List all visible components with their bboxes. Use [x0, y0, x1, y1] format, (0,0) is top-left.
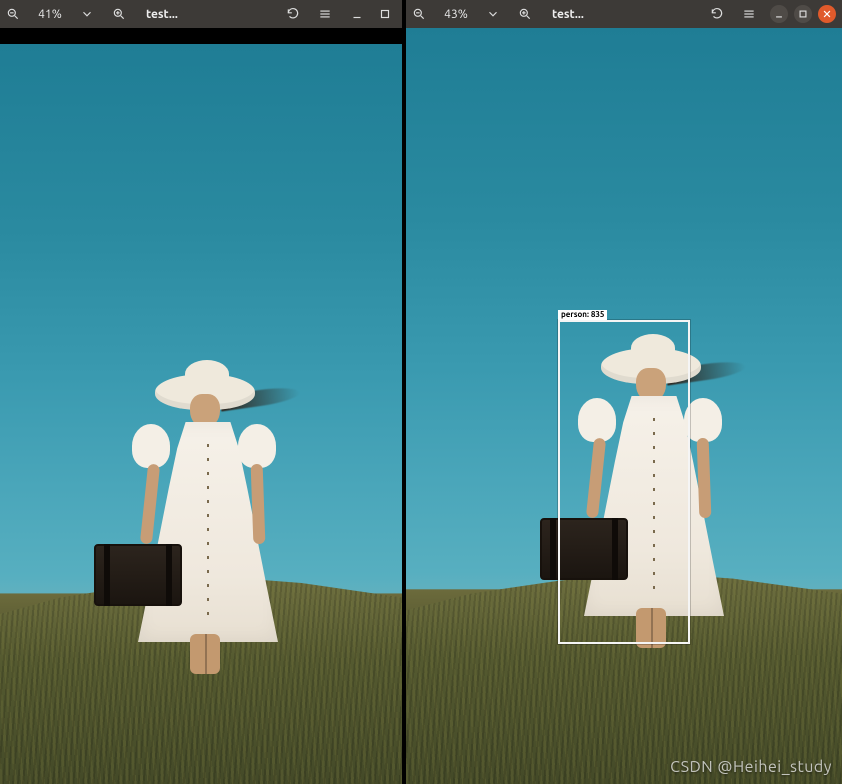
image-canvas-left[interactable]	[0, 44, 402, 784]
zoom-level: 43%	[440, 8, 472, 21]
viewer-window-left: 41% test...	[0, 0, 402, 784]
maximize-button[interactable]	[794, 5, 812, 23]
zoom-dropdown[interactable]	[76, 4, 98, 24]
titlebar-right: 43% test...	[406, 0, 842, 28]
zoom-out-icon	[412, 7, 426, 21]
minimize-icon	[772, 7, 786, 21]
zoom-in-button[interactable]	[514, 4, 536, 24]
zoom-dropdown[interactable]	[482, 4, 504, 24]
detection-bounding-box: person: 835	[558, 320, 690, 644]
chevron-down-icon	[486, 7, 500, 21]
rotate-icon	[710, 7, 724, 21]
zoom-in-icon	[112, 7, 126, 21]
photo-background	[0, 44, 402, 784]
window-title: test...	[546, 8, 696, 21]
zoom-level: 41%	[34, 8, 66, 21]
photo-person	[100, 364, 290, 684]
menu-icon	[318, 7, 332, 21]
menu-button[interactable]	[314, 4, 336, 24]
titlebar-left: 41% test...	[0, 0, 402, 28]
zoom-out-button[interactable]	[408, 4, 430, 24]
close-button[interactable]	[818, 5, 836, 23]
rotate-button[interactable]	[282, 4, 304, 24]
minimize-icon	[350, 7, 364, 21]
image-canvas-right[interactable]: person: 835	[406, 28, 842, 784]
minimize-button[interactable]	[770, 5, 788, 23]
rotate-button[interactable]	[706, 4, 728, 24]
zoom-out-button[interactable]	[2, 4, 24, 24]
detection-label: person: 835	[558, 310, 607, 320]
chevron-down-icon	[80, 7, 94, 21]
window-title: test...	[140, 8, 272, 21]
menu-button[interactable]	[738, 4, 760, 24]
minimize-button[interactable]	[346, 4, 368, 24]
maximize-icon	[378, 7, 392, 21]
maximize-button[interactable]	[374, 4, 396, 24]
zoom-in-icon	[518, 7, 532, 21]
rotate-icon	[286, 7, 300, 21]
viewer-window-right: 43% test...	[406, 0, 842, 784]
menu-icon	[742, 7, 756, 21]
zoom-out-icon	[6, 7, 20, 21]
close-icon	[820, 7, 834, 21]
zoom-in-button[interactable]	[108, 4, 130, 24]
maximize-icon	[796, 7, 810, 21]
